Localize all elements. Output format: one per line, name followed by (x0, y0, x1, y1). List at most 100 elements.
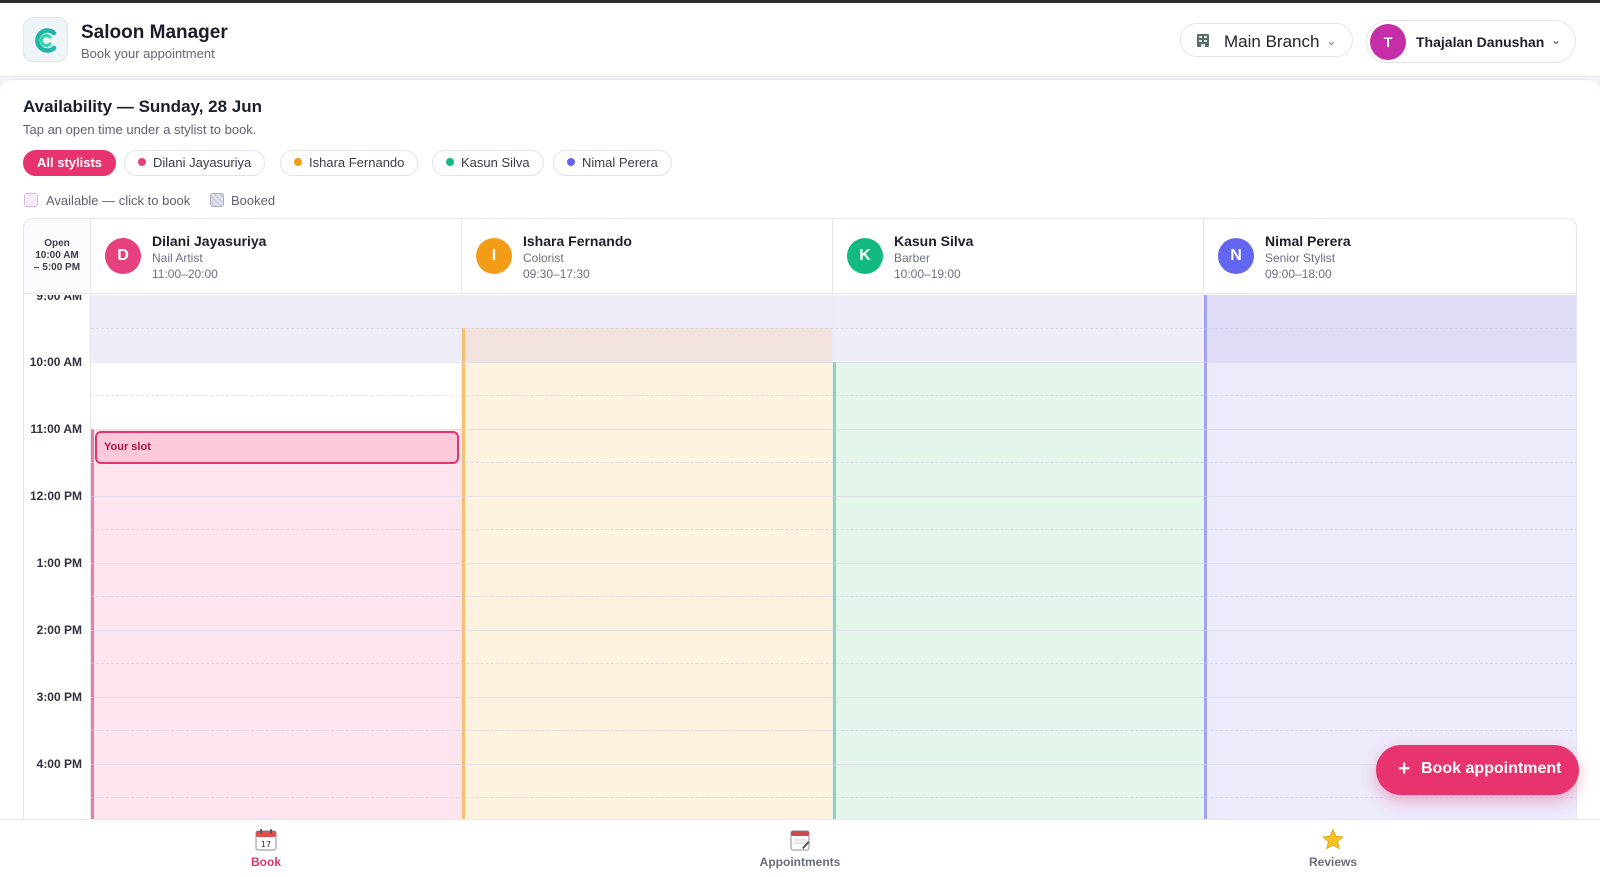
filter-label: All stylists (37, 155, 103, 170)
calendar-day-number: 17 (261, 840, 271, 849)
time-label: 12:00 PM (29, 489, 82, 503)
stylist-header-dilani[interactable]: D Dilani Jayasuriya Nail Artist 11:00–20… (91, 219, 462, 294)
filter-dilani[interactable]: Dilani Jayasuriya (124, 150, 266, 176)
booked-swatch (210, 193, 224, 207)
schedule-grid: Open 10:00 AM – 5:00 PM D Dilani Jayasur… (23, 218, 1577, 820)
stylist-name: Nimal Perera (1265, 233, 1351, 249)
time-label: 1:00 PM (36, 556, 82, 570)
filter-kasun[interactable]: Kasun Silva (432, 150, 544, 176)
hour-line (91, 429, 1576, 430)
stylist-header-nimal[interactable]: N Nimal Perera Senior Stylist 09:00–18:0… (1204, 219, 1576, 294)
half-hour-line (91, 596, 1576, 597)
available-swatch (24, 193, 38, 207)
nav-label: Appointments (759, 855, 841, 869)
dot-icon (567, 158, 575, 166)
available-block[interactable] (91, 429, 461, 819)
book-appointment-button[interactable]: + Book appointment (1376, 745, 1579, 795)
filter-label: Ishara Fernando (309, 155, 405, 170)
lane-ishara[interactable] (462, 295, 833, 819)
open-hours-header: Open 10:00 AM – 5:00 PM (24, 219, 91, 294)
lane-accent (91, 429, 94, 819)
availability-title: Availability — Sunday, 28 Jun (23, 97, 263, 116)
available-block[interactable] (462, 362, 832, 819)
dot-icon (446, 158, 454, 166)
open-hours-end: – 5:00 PM (33, 262, 81, 273)
time-label: 11:00 AM (30, 422, 82, 436)
stylist-role: Senior Stylist (1265, 251, 1336, 265)
stylist-avatar: I (476, 238, 512, 274)
legend-booked: Booked (231, 193, 276, 208)
schedule-body: 9:00 AM 10:00 AM 11:00 AM 12:00 PM 1:00 … (24, 295, 1576, 819)
nav-appointments[interactable]: Appointments (740, 828, 860, 869)
open-hours-label: Open (44, 238, 70, 249)
stylist-hours: 11:00–20:00 (152, 267, 218, 281)
stylist-role: Colorist (523, 251, 564, 265)
lane-dilani[interactable] (91, 295, 462, 819)
legend-available: Available — click to book (46, 193, 191, 208)
app-subtitle: Book your appointment (81, 46, 215, 61)
lane-nimal[interactable] (1204, 295, 1576, 819)
filter-all-stylists[interactable]: All stylists (23, 150, 117, 176)
hour-line (91, 630, 1576, 631)
lane-accent (833, 362, 836, 819)
stylist-header-kasun[interactable]: K Kasun Silva Barber 10:00–19:00 (833, 219, 1204, 294)
half-hour-line (91, 395, 1576, 396)
chevron-down-icon: ⌄ (1551, 33, 1562, 47)
user-avatar: T (1370, 24, 1406, 60)
hour-line (91, 764, 1576, 765)
availability-card: Availability — Sunday, 28 Jun Tap an ope… (0, 79, 1600, 820)
filter-label: Nimal Perera (582, 155, 658, 170)
time-label: 9:00 AM (36, 295, 82, 303)
stylist-role: Nail Artist (152, 251, 203, 265)
filter-label: Dilani Jayasuriya (153, 155, 252, 170)
half-hour-line (91, 730, 1576, 731)
user-menu[interactable]: T Thajalan Danushan ⌄ (1366, 20, 1576, 63)
calendar-icon: 17 (255, 829, 277, 851)
available-block[interactable] (462, 328, 832, 362)
branch-selector[interactable]: Main Branch ⌄ (1180, 23, 1353, 57)
filter-ishara[interactable]: Ishara Fernando (280, 150, 419, 176)
building-icon (1197, 34, 1209, 47)
half-hour-line (91, 529, 1576, 530)
time-label: 4:00 PM (36, 757, 82, 771)
stylist-avatar: D (105, 238, 141, 274)
stylist-name: Kasun Silva (894, 233, 974, 249)
notepad-icon (790, 830, 810, 851)
stylist-hours: 09:00–18:00 (1265, 267, 1332, 281)
nav-label: Book (251, 855, 281, 869)
hour-line (91, 496, 1576, 497)
available-block[interactable] (833, 362, 1203, 819)
selected-slot[interactable]: Your slot (95, 431, 459, 464)
stylist-avatar: N (1218, 238, 1254, 274)
stylist-name: Dilani Jayasuriya (152, 233, 267, 249)
lane-accent (1204, 295, 1207, 819)
app-header: Saloon Manager Book your appointment Mai… (0, 3, 1600, 77)
time-label: 10:00 AM (29, 355, 82, 369)
time-label: 2:00 PM (36, 623, 82, 637)
logo-c-icon (35, 28, 57, 53)
chevron-down-icon: ⌄ (1326, 33, 1337, 48)
star-icon (1322, 828, 1344, 850)
dot-icon (138, 158, 146, 166)
lane-kasun[interactable] (833, 295, 1204, 819)
nav-reviews[interactable]: Reviews (1273, 828, 1393, 869)
time-column: 9:00 AM 10:00 AM 11:00 AM 12:00 PM 1:00 … (24, 295, 91, 819)
nav-label: Reviews (1308, 855, 1358, 869)
user-name: Thajalan Danushan (1416, 34, 1545, 50)
stylist-header-ishara[interactable]: I Ishara Fernando Colorist 09:30–17:30 (462, 219, 833, 294)
stylist-avatar: K (847, 238, 883, 274)
availability-subtitle: Tap an open time under a stylist to book… (23, 122, 257, 137)
time-label: 3:00 PM (36, 690, 82, 704)
filter-nimal[interactable]: Nimal Perera (553, 150, 672, 176)
stylist-hours: 09:30–17:30 (523, 267, 590, 281)
dot-icon (294, 158, 302, 166)
app-title: Saloon Manager (81, 22, 228, 43)
closed-block (462, 295, 832, 328)
nav-book[interactable]: 17 Book (206, 828, 326, 869)
bottom-nav: 17 Book Appointments Reviews (0, 819, 1600, 877)
stylist-role: Barber (894, 251, 931, 265)
app-logo[interactable] (23, 17, 68, 62)
lane-accent (462, 328, 465, 819)
plus-icon: + (1398, 757, 1411, 780)
filter-label: Kasun Silva (461, 155, 530, 170)
